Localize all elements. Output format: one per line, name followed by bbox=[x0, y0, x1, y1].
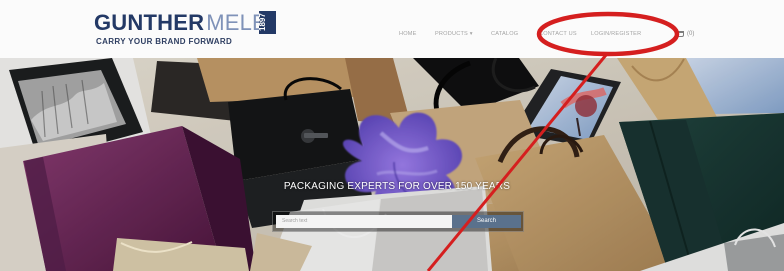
nav-login-register[interactable]: LOGIN/REGISTER bbox=[591, 27, 641, 41]
gunther-mele-logo[interactable]: GUNTHERMELE 1897 CARRY YOUR BRAND FORWAR… bbox=[94, 11, 284, 53]
page: GUNTHERMELE 1897 CARRY YOUR BRAND FORWAR… bbox=[0, 0, 784, 271]
hero-headline: PACKAGING EXPERTS FOR OVER 150 YEARS bbox=[283, 180, 511, 192]
shopping-bag-icon[interactable] bbox=[676, 31, 684, 37]
site-header: GUNTHERMELE 1897 CARRY YOUR BRAND FORWAR… bbox=[0, 0, 784, 59]
search-button[interactable]: Search bbox=[452, 215, 521, 228]
logo-tagline: CARRY YOUR BRAND FORWARD bbox=[96, 37, 233, 46]
nav-products[interactable]: PRODUCTS ▾ bbox=[435, 27, 473, 41]
logo-wordmark: GUNTHERMELE bbox=[94, 11, 267, 35]
nav-home[interactable]: HOME bbox=[399, 27, 417, 41]
search-input[interactable] bbox=[276, 215, 452, 228]
nav-catalog[interactable]: CATALOG bbox=[491, 27, 518, 41]
packaging-hero-image bbox=[0, 58, 784, 271]
cart-count[interactable]: (0) bbox=[687, 27, 694, 41]
hero-banner: PACKAGING EXPERTS FOR OVER 150 YEARS bbox=[0, 58, 784, 271]
logo-year: 1897 bbox=[258, 11, 276, 34]
nav-contact-us[interactable]: CONTACT US bbox=[539, 27, 577, 41]
logo-name-bold: GUNTHER bbox=[94, 10, 205, 35]
hero-search-bar: Search bbox=[272, 211, 524, 232]
